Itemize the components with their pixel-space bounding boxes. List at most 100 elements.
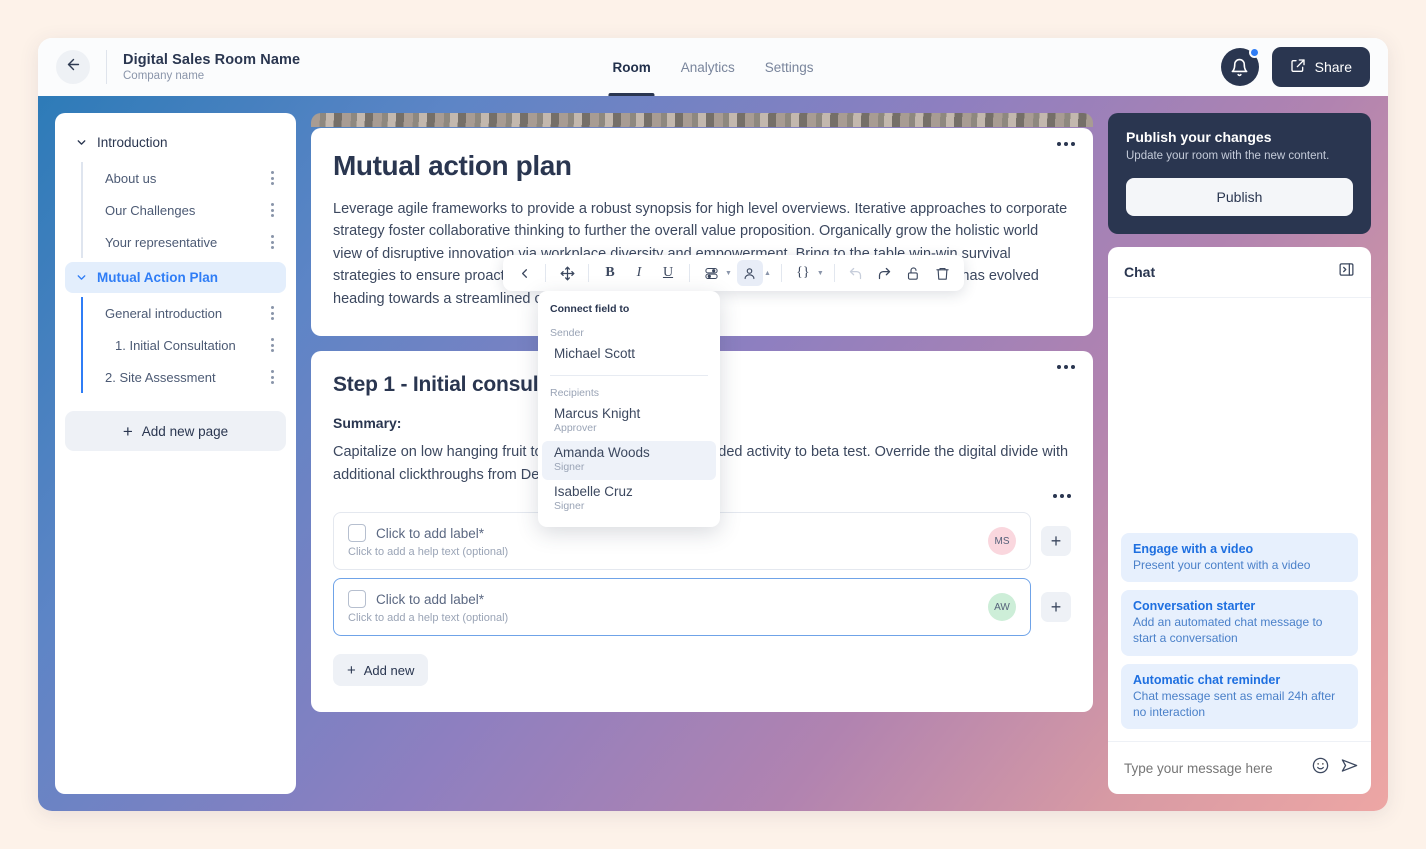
dropdown-option-amanda-woods[interactable]: Amanda Woods Signer bbox=[542, 441, 716, 480]
right-panel: Publish your changes Update your room wi… bbox=[1108, 113, 1371, 794]
item-menu-icon[interactable] bbox=[267, 336, 278, 354]
tab-settings[interactable]: Settings bbox=[765, 38, 814, 96]
chevron-up-icon: ▲ bbox=[763, 269, 771, 277]
option-name: Michael Scott bbox=[554, 346, 636, 361]
sidebar-item-label: About us bbox=[105, 170, 157, 186]
variable-icon: {} bbox=[796, 265, 810, 280]
dropdown-recipients-label: Recipients bbox=[550, 387, 600, 399]
chat-input[interactable] bbox=[1124, 760, 1301, 776]
suggestion-conversation-starter[interactable]: Conversation starter Add an automated ch… bbox=[1121, 590, 1358, 656]
item-menu-icon[interactable] bbox=[267, 304, 278, 322]
sidebar-group-introduction[interactable]: Introduction bbox=[65, 127, 286, 158]
checkbox-icon[interactable] bbox=[348, 590, 366, 609]
chat-input-bar bbox=[1108, 741, 1371, 794]
share-button[interactable]: Share bbox=[1271, 47, 1370, 87]
company-name: Company name bbox=[123, 70, 205, 82]
form-menu-icon[interactable] bbox=[1053, 494, 1071, 499]
suggestion-automatic-chat-reminder[interactable]: Automatic chat reminder Chat message sen… bbox=[1121, 663, 1358, 729]
item-menu-icon[interactable] bbox=[267, 169, 278, 187]
sidebar-group-label: Introduction bbox=[97, 135, 168, 150]
suggestion-engage-with-a-video[interactable]: Engage with a video Present your content… bbox=[1121, 533, 1358, 583]
add-new-field-button[interactable]: + Add new bbox=[333, 654, 429, 687]
field-type-icon bbox=[698, 260, 724, 286]
chat-panel: Chat Engage with a video Present your co… bbox=[1108, 247, 1371, 794]
header-divider bbox=[106, 50, 107, 84]
sidebar-item-site-assessment[interactable]: 2. Site Assessment bbox=[95, 361, 286, 393]
assign-person-icon bbox=[736, 260, 763, 286]
option-role: Signer bbox=[554, 500, 585, 512]
checkbox-field-2[interactable]: Click to add label* Click to add a help … bbox=[333, 578, 1031, 637]
item-menu-icon[interactable] bbox=[267, 201, 278, 219]
sidebar-group-label: Mutual Action Plan bbox=[97, 270, 218, 285]
suggestion-subtitle: Add an automated chat message to start a… bbox=[1133, 615, 1323, 646]
delete-icon[interactable] bbox=[930, 260, 956, 286]
sidebar-item-your-representative[interactable]: Your representative bbox=[95, 226, 286, 258]
card-menu-icon[interactable] bbox=[1057, 365, 1075, 370]
underline-icon[interactable]: U bbox=[655, 260, 681, 286]
tab-room[interactable]: Room bbox=[608, 38, 655, 96]
avatar[interactable]: MS bbox=[988, 527, 1016, 556]
add-new-page-button[interactable]: + Add new page bbox=[65, 411, 286, 451]
app-window: Digital Sales Room Name Company name Roo… bbox=[38, 38, 1388, 811]
undo-icon[interactable] bbox=[843, 260, 869, 286]
panel-collapse-icon[interactable] bbox=[1338, 261, 1355, 283]
tab-analytics[interactable]: Analytics bbox=[681, 38, 735, 96]
dropdown-title: Connect field to bbox=[550, 303, 630, 315]
field-label-row: Click to add label* bbox=[348, 590, 508, 609]
sidebar-children-mutual-action-plan: General introduction 1. Initial Consulta… bbox=[81, 297, 286, 393]
card-title: Mutual action plan bbox=[333, 150, 572, 181]
field-label-row: Click to add label* bbox=[348, 524, 508, 543]
back-button[interactable] bbox=[56, 50, 90, 84]
sidebar-item-about-us[interactable]: About us bbox=[95, 162, 286, 194]
dropdown-option-marcus-knight[interactable]: Marcus Knight Approver bbox=[542, 402, 716, 441]
variable-dropdown[interactable]: {} ▼ bbox=[790, 260, 826, 286]
toolbar-separator bbox=[689, 264, 690, 282]
notifications-button[interactable] bbox=[1220, 47, 1260, 86]
dropdown-option-isabelle-cruz[interactable]: Isabelle Cruz Signer bbox=[542, 480, 716, 519]
room-banner-image bbox=[311, 113, 1093, 127]
redo-icon[interactable] bbox=[872, 260, 898, 286]
add-field-button[interactable]: + bbox=[1041, 526, 1071, 557]
publish-changes-card: Publish your changes Update your room wi… bbox=[1108, 113, 1371, 234]
formatting-toolbar: B I U ▼ ▲ {} ▼ bbox=[503, 255, 964, 291]
toolbar-separator bbox=[833, 264, 835, 282]
suggestion-title: Engage with a video bbox=[1133, 542, 1254, 557]
page-content: Mutual action plan Leverage agile framew… bbox=[311, 113, 1093, 794]
field-type-dropdown[interactable]: ▼ bbox=[698, 260, 734, 286]
field-label: Click to add label* bbox=[376, 525, 485, 541]
page-title: Digital Sales Room Name bbox=[123, 52, 301, 68]
emoji-icon[interactable] bbox=[1311, 756, 1330, 780]
card-menu-icon[interactable] bbox=[1057, 142, 1075, 146]
italic-icon[interactable]: I bbox=[626, 260, 652, 286]
item-menu-icon[interactable] bbox=[267, 233, 278, 251]
sidebar-item-our-challenges[interactable]: Our Challenges bbox=[95, 194, 286, 226]
avatar[interactable]: AW bbox=[988, 593, 1016, 622]
send-icon[interactable] bbox=[1340, 756, 1359, 780]
header-tabs: Room Analytics Settings bbox=[608, 38, 814, 96]
assign-person-dropdown[interactable]: ▲ bbox=[736, 260, 773, 286]
collapse-left-icon[interactable] bbox=[511, 260, 537, 286]
item-menu-icon[interactable] bbox=[267, 368, 278, 386]
share-label: Share bbox=[1314, 59, 1352, 75]
option-name: Marcus Knight bbox=[554, 406, 641, 421]
sidebar-item-general-introduction[interactable]: General introduction bbox=[95, 297, 286, 329]
field-help-text: Click to add a help text (optional) bbox=[348, 546, 509, 559]
publish-subtitle: Update your room with the new content. bbox=[1126, 150, 1330, 162]
sidebar-item-initial-consultation[interactable]: 1. Initial Consultation bbox=[95, 329, 286, 361]
dropdown-sender-label: Sender bbox=[550, 327, 584, 339]
sidebar-item-label: 1. Initial Consultation bbox=[115, 337, 236, 353]
sidebar-group-mutual-action-plan[interactable]: Mutual Action Plan bbox=[65, 262, 286, 293]
publish-title: Publish your changes bbox=[1126, 129, 1272, 145]
dropdown-option-michael-scott[interactable]: Michael Scott bbox=[542, 342, 716, 368]
move-icon[interactable] bbox=[554, 260, 580, 286]
add-field-button[interactable]: + bbox=[1041, 592, 1071, 623]
header-actions: Share bbox=[1220, 47, 1370, 87]
option-role: Approver bbox=[554, 422, 597, 434]
bold-icon[interactable]: B bbox=[597, 260, 623, 286]
checkbox-icon[interactable] bbox=[348, 524, 366, 543]
plus-icon: + bbox=[347, 661, 356, 679]
lock-icon[interactable] bbox=[901, 260, 927, 286]
plus-icon: + bbox=[122, 421, 133, 441]
publish-button[interactable]: Publish bbox=[1126, 178, 1353, 216]
header-titles: Digital Sales Room Name Company name bbox=[123, 52, 300, 82]
